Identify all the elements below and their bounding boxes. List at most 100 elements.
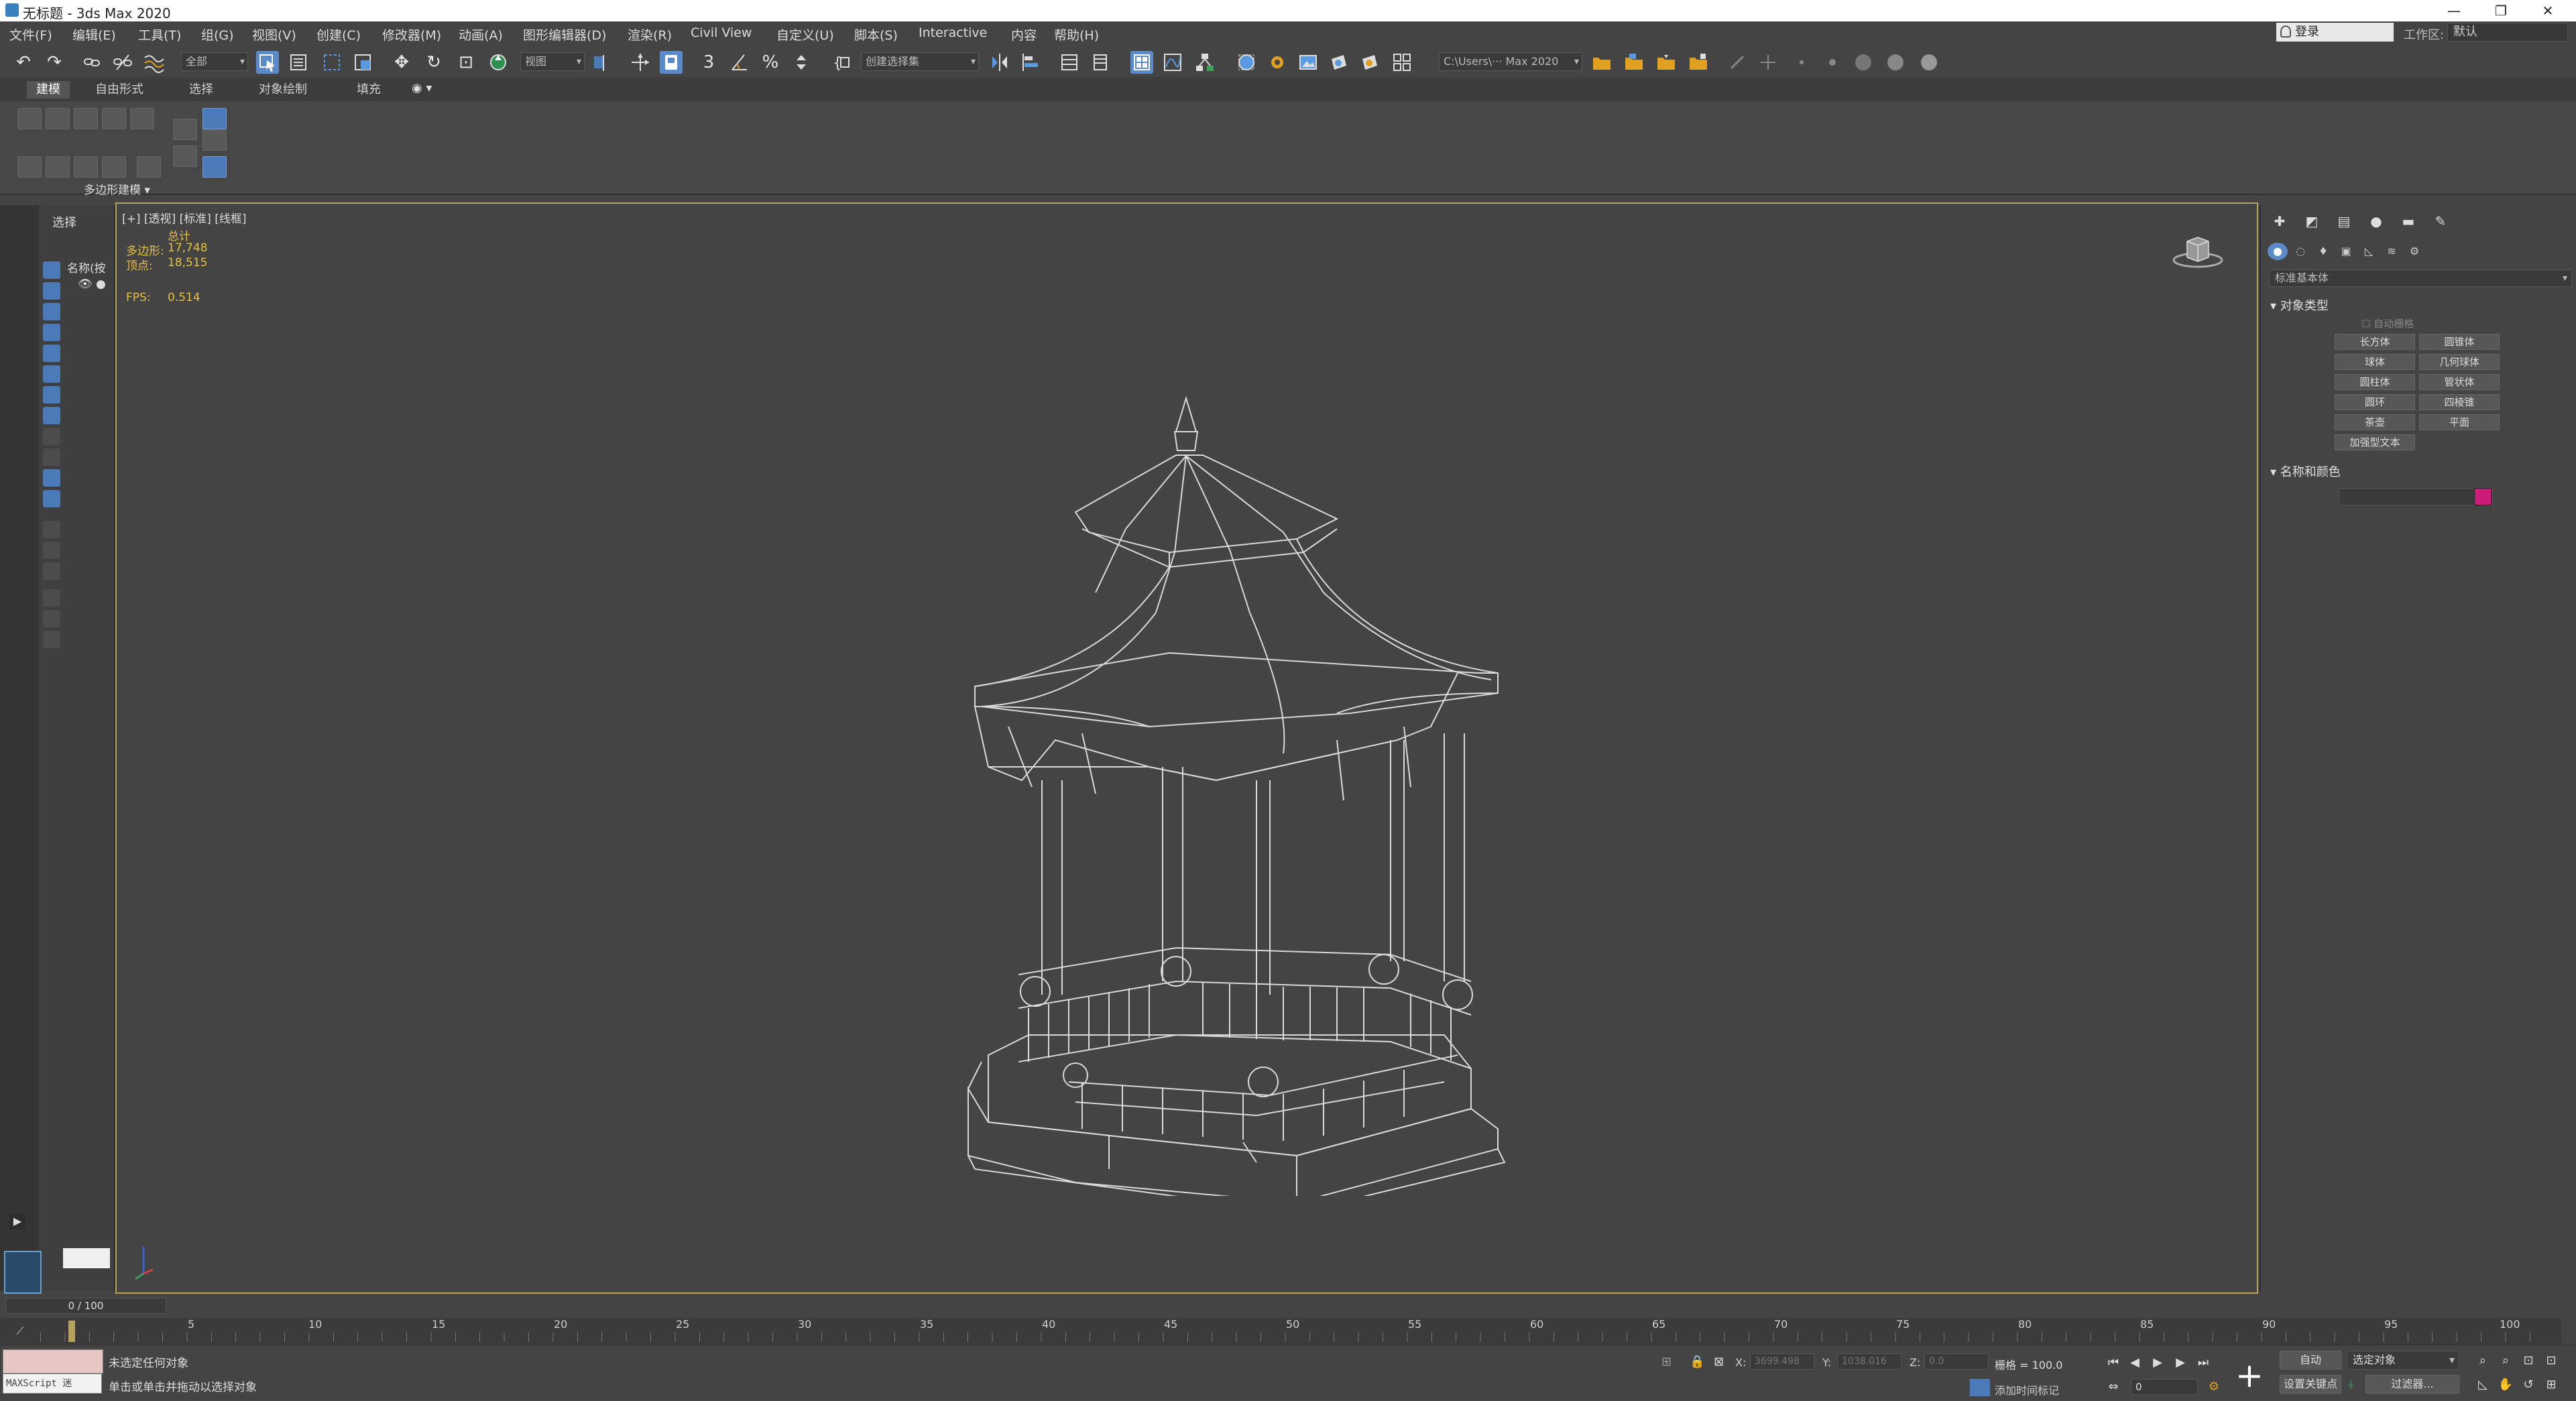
browse-folder-button[interactable] [1687,51,1710,74]
ribbon-options-icon[interactable]: ◉ ▾ [412,81,432,95]
mini-curve-toggle[interactable]: ⟋ [0,1318,40,1345]
render-in-cloud-button[interactable] [1391,51,1413,74]
object-type-rollout[interactable]: ▾ 对象类型 [2270,296,2329,314]
restore-button[interactable]: ❐ [2481,0,2521,21]
filter-spacewarps-icon[interactable] [43,365,60,383]
scene-explorer-tab[interactable]: 选择 [52,213,76,231]
snap-3d-button[interactable]: 3 [697,51,720,74]
add-time-tag-label[interactable]: 添加时间标记 [1995,1382,2059,1398]
ribbon-tool-11[interactable] [74,156,98,178]
ribbon-group-label[interactable]: 多边形建模 ▾ [84,180,150,197]
menu-create[interactable]: 创建(C) [316,25,361,44]
filter-geometry-icon[interactable] [43,261,60,279]
maxscript-listener-input[interactable] [3,1349,103,1374]
angle-snap-button[interactable] [728,51,751,74]
ribbon-tool-9[interactable] [17,156,42,178]
z-coordinate-field[interactable]: 0.0 [1924,1353,1989,1369]
menu-file[interactable]: 文件(F) [9,25,52,44]
ribbon-tab-selection[interactable]: 选择 [180,81,223,99]
selected-dropdown[interactable]: 选定对象 [2347,1351,2459,1369]
ribbon-tool-14[interactable] [173,145,197,167]
ribbon-tool-6[interactable] [173,119,197,140]
filter-containers-icon[interactable] [43,448,60,466]
cone-button[interactable]: 圆锥体 [2419,334,2500,350]
object-name-input[interactable] [2339,488,2493,505]
geometry-icon[interactable]: ● [2268,243,2288,260]
spinner-snap-button[interactable] [790,51,813,74]
sphere-c-button[interactable] [1918,51,1940,74]
teapot-button[interactable]: 茶壶 [2335,414,2415,430]
named-selection-dropdown[interactable]: 创建选择集 [861,52,979,71]
x-coordinate-field[interactable]: 3699.498 [1750,1353,1814,1369]
bind-spacewarp-button[interactable] [142,51,165,74]
redo-button[interactable]: ↷ [43,51,66,74]
orbit-icon[interactable]: ↺ [2520,1376,2537,1394]
material-editor-button[interactable] [1235,51,1258,74]
gazebo-wireframe[interactable] [854,391,1572,1196]
menu-content[interactable]: 内容 [1011,25,1037,44]
zoom-extents-icon[interactable]: ⊡ [2520,1352,2537,1369]
viewport-label[interactable]: [+] [透视] [标准] [线框] [122,209,247,226]
time-config-icon[interactable]: ⇔ [2105,1379,2121,1395]
unlink-button[interactable] [111,51,134,74]
render-button[interactable] [1328,51,1350,74]
sphere-a-button[interactable] [1852,51,1875,74]
filter-xrefs-icon[interactable] [43,407,60,424]
crosshair-button[interactable] [1757,51,1779,74]
object-color-swatch[interactable] [2474,488,2492,505]
rotate-button[interactable]: ↻ [422,51,445,74]
create-tab-icon[interactable]: ✚ [2268,212,2292,231]
display-influences-icon[interactable] [43,562,60,580]
tube-button[interactable]: 管状体 [2419,374,2500,390]
ribbon-tool-1[interactable] [17,108,42,129]
menu-modifiers[interactable]: 修改器(M) [382,25,441,44]
menu-interactive[interactable]: Interactive [919,25,987,40]
edit-named-sets-button[interactable]: { [830,51,853,74]
login-dropdown[interactable]: 登录 [2276,23,2394,42]
layer-explorer-button[interactable] [1089,51,1112,74]
maximize-viewport-icon[interactable]: ⊞ [2542,1376,2560,1394]
zoom-extents-all-icon[interactable]: ⊡ [2542,1352,2560,1369]
go-to-start-icon[interactable]: ⏮ [2105,1355,2121,1371]
select-manipulate-button[interactable] [629,51,652,74]
field-of-view-icon[interactable]: ◺ [2474,1376,2492,1394]
display-tab-icon[interactable]: ▬ [2396,212,2420,231]
project-folder-button[interactable] [1590,51,1613,74]
filter-frozen-icon[interactable] [43,469,60,487]
ribbon-tab-populate[interactable]: 填充 [347,81,390,99]
zoom-icon[interactable]: ⌕ [2474,1352,2492,1369]
filter-hidden-icon[interactable] [43,490,60,507]
ribbon-tool-8[interactable] [202,129,227,151]
ribbon-tool-5[interactable] [130,108,154,129]
viewcube-icon[interactable] [2171,231,2225,271]
set-key-big-icon[interactable]: + [2233,1359,2266,1392]
window-crossing-button[interactable] [351,51,374,74]
visibility-icons[interactable]: 👁 ● [78,278,106,291]
key-filters-button[interactable]: 过滤器... [2365,1375,2459,1394]
autogrid-checkbox[interactable]: ☐ 自动栅格 [2361,316,2414,330]
plane-button[interactable]: 平面 [2419,414,2500,430]
set-key-button[interactable]: 设置关键点 [2280,1375,2341,1394]
menu-help[interactable]: 帮助(H) [1054,25,1099,44]
helpers-icon[interactable]: ◺ [2359,243,2379,260]
absolute-mode-icon[interactable]: ⊠ [1714,1355,1724,1369]
ribbon-tab-modeling[interactable]: 建模 [27,81,70,99]
y-coordinate-field[interactable]: 1038.016 [1837,1353,1901,1369]
ribbon-tool-12[interactable] [102,156,126,178]
systems-icon[interactable]: ⚙ [2404,243,2424,260]
filter-groups-icon[interactable] [43,386,60,404]
primitive-category-dropdown[interactable]: 标准基本体 [2269,269,2572,287]
ribbon-tool-15[interactable] [202,156,227,178]
rendered-frame-window-button[interactable] [1297,51,1320,74]
menu-animation[interactable]: 动画(A) [459,25,503,44]
percent-snap-button[interactable]: % [759,51,782,74]
dot-small-button[interactable] [1790,51,1813,74]
workspace-dropdown[interactable]: 默认 [2447,23,2568,42]
save-folder-button[interactable] [1655,51,1678,74]
lock-selection-icon[interactable]: 🔒 [1690,1355,1704,1369]
render-iterative-button[interactable] [1358,51,1381,74]
hierarchy-tab-icon[interactable]: ▤ [2332,212,2356,231]
isolate-icon[interactable]: ⊞ [1661,1355,1672,1369]
ribbon-tool-3[interactable] [74,108,98,129]
viewport-layout-thumbnail[interactable] [4,1251,42,1294]
